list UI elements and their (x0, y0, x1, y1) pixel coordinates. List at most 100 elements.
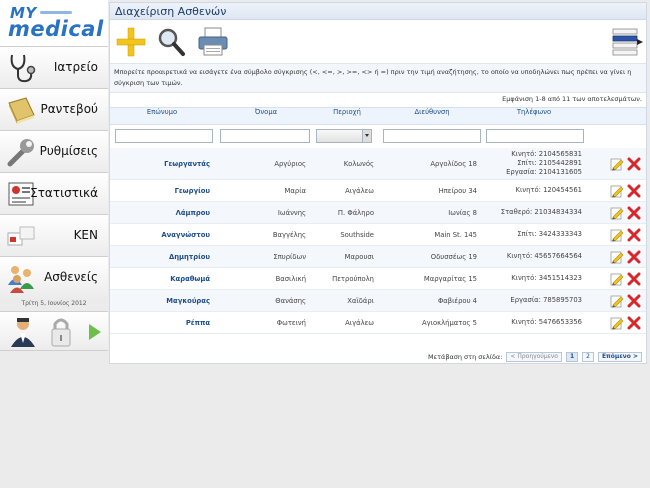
print-icon[interactable] (196, 25, 230, 59)
patient-phones: Εργασία: 785895703 (482, 290, 582, 311)
patient-area: Π. Φάληρο (337, 208, 374, 217)
patient-surname[interactable]: Μαγκούρας (110, 290, 210, 311)
column-header-area[interactable]: Περιοχή (314, 108, 380, 126)
patient-area: Μαρουσι (344, 252, 374, 261)
phone-number: Κινητό: 45657664564 (506, 252, 582, 260)
pager-label: Μετάβαση στη σελίδα: (428, 353, 503, 361)
pagination: Μετάβαση στη σελίδα: < Προηγούμενο 1 2 Ε… (428, 351, 642, 363)
delete-icon[interactable] (627, 250, 641, 264)
patient-phones: Κινητό: 3451514323 (482, 268, 582, 289)
lock-icon[interactable] (50, 316, 72, 348)
delete-icon[interactable] (627, 228, 641, 242)
prev-page-button[interactable]: < Προηγούμενο (506, 352, 562, 362)
sidebar-item-ken[interactable]: ΚΕΝ (0, 214, 108, 256)
patient-name: Σπυρίδων (273, 252, 306, 261)
table-header: Επώνυμο Όνομα Περιοχή Διεύθυνση Τηλέφωνο (110, 107, 646, 125)
patient-phones: Σταθερό: 21034834334 (482, 202, 582, 223)
delete-icon[interactable] (627, 272, 641, 286)
delete-icon[interactable] (627, 294, 641, 308)
patient-name: Φωτεινή (276, 318, 306, 327)
table-row[interactable]: Αναγνώστου Βαγγέλης Southside Main St. 145 Σ… (110, 224, 646, 246)
patient-phones: Κινητό: 5476653356 (482, 312, 582, 333)
patient-surname[interactable]: Αναγνώστου (110, 224, 210, 245)
table-row[interactable]: Δημητρίου Σπυρίδων Μαρουσι Οδυσσέως 19 Κινητ… (110, 246, 646, 268)
ken-cards-icon (7, 226, 35, 246)
user-bar (0, 311, 108, 351)
column-header-surname[interactable]: Επώνυμο (110, 108, 214, 126)
patient-surname[interactable]: Λάμπρου (110, 202, 210, 223)
current-date: Τρίτη 5, Ιουνίος 2012 (21, 300, 87, 307)
edit-icon[interactable] (610, 316, 624, 330)
page-1-button[interactable]: 1 (565, 352, 579, 362)
phone-number: Κινητό: 120454561 (515, 186, 582, 194)
patient-area: Κολωνός (343, 159, 374, 168)
column-header-address[interactable]: Διεύθυνση (380, 108, 484, 126)
phone-number: Σταθερό: 21034834334 (500, 208, 582, 216)
table-row[interactable]: Λάμπρου Ιωάννης Π. Φάληρο Ιωνίας 8 Σταθερό: … (110, 202, 646, 224)
patient-name: Αργύριος (274, 159, 306, 168)
edit-icon[interactable] (610, 272, 624, 286)
appointment-book-icon (8, 97, 35, 124)
edit-icon[interactable] (610, 250, 624, 264)
column-header-name[interactable]: Όνομα (218, 108, 314, 126)
patient-surname[interactable]: Γεωργίου (110, 180, 210, 201)
address-filter-input[interactable] (383, 129, 481, 143)
edit-icon[interactable] (610, 157, 624, 171)
patient-phones: Κινητό: 120454561 (482, 180, 582, 201)
phone-number: Εργασία: 785895703 (510, 296, 582, 304)
name-filter-input[interactable] (220, 129, 310, 143)
patient-area: Southside (340, 230, 374, 239)
phone-number: Σπίτι: 2105442891 (517, 159, 582, 167)
surname-filter-input[interactable] (115, 129, 213, 143)
sidebar-item-label: Ρυθμίσεις (39, 144, 98, 158)
patient-address: Αργολίδος 18 (430, 159, 477, 168)
patient-address: Ιωνίας 8 (448, 208, 477, 217)
patient-phones: Κινητό: 2104565831 Σπίτι: 2105442891 Εργασ… (482, 148, 582, 179)
edit-icon[interactable] (610, 228, 624, 242)
page-title: Διαχείριση Ασθενών (110, 3, 646, 20)
sidebar-item-label: ΚΕΝ (73, 228, 98, 242)
table-row[interactable]: Καραθωμά Βασιλική Πετρούπολη Μαργαρίτας 15 Κ… (110, 268, 646, 290)
results-info: Εμφάνιση 1-8 από 11 των αποτελεσμάτων. (502, 95, 642, 103)
patient-surname[interactable]: Γεωργαντάς (110, 148, 210, 179)
delete-icon[interactable] (627, 206, 641, 220)
column-header-phone[interactable]: Τηλέφωνο (484, 108, 584, 126)
table-row[interactable]: Γεωργαντάς Αργύριος Κολωνός Αργολίδος 18 Κιν… (110, 148, 646, 180)
patient-surname[interactable]: Δημητρίου (110, 246, 210, 267)
sidebar-item-patients[interactable]: Ασθενείς (0, 256, 108, 298)
delete-icon[interactable] (627, 316, 641, 330)
table-row[interactable]: Μαγκούρας Θανάσης Χαϊδάρι Φαβιέρου 4 Εργασία… (110, 290, 646, 312)
table-row[interactable]: Ρέππα Φωτεινή Αιγάλεω Αγιοκλήματος 5 Κινητό:… (110, 312, 646, 334)
sidebar-item-label: Στατιστικά (30, 186, 98, 200)
search-icon[interactable] (154, 25, 188, 59)
area-filter-select[interactable] (316, 129, 372, 143)
patient-area: Αιγάλεω (345, 186, 374, 195)
add-icon[interactable] (114, 25, 148, 59)
phone-filter-input[interactable] (486, 129, 584, 143)
app-logo[interactable]: MY medical (0, 0, 108, 46)
edit-icon[interactable] (610, 206, 624, 220)
column-chooser-icon[interactable] (610, 25, 644, 59)
sidebar-item-appointments[interactable]: Ραντεβού (0, 88, 108, 130)
play-arrow-icon[interactable] (88, 323, 102, 341)
patient-surname[interactable]: Ρέππα (110, 312, 210, 333)
edit-icon[interactable] (610, 294, 624, 308)
table-row[interactable]: Γεωργίου Μαρία Αιγάλεω Ηπείρου 34 Κινητό: 12… (110, 180, 646, 202)
patient-address: Main St. 145 (434, 230, 477, 239)
delete-icon[interactable] (627, 157, 641, 171)
sidebar-item-statistics[interactable]: Στατιστικά (0, 172, 108, 214)
phone-number: Κινητό: 3451514323 (511, 274, 582, 282)
next-page-button[interactable]: Επόμενο > (597, 352, 642, 362)
wrench-icon (7, 139, 34, 167)
phone-number: Κινητό: 2104565831 (511, 150, 582, 158)
sidebar-item-settings[interactable]: Ρυθμίσεις (0, 130, 108, 172)
logo-swoosh (40, 11, 72, 14)
sidebar-item-clinic[interactable]: Ιατρείο (0, 46, 108, 88)
doctor-avatar-icon[interactable] (8, 315, 38, 349)
delete-icon[interactable] (627, 184, 641, 198)
page-2-button[interactable]: 2 (582, 352, 594, 362)
chevron-down-icon (362, 130, 371, 142)
edit-icon[interactable] (610, 184, 624, 198)
patient-surname[interactable]: Καραθωμά (110, 268, 210, 289)
patient-name: Θανάσης (275, 296, 306, 305)
